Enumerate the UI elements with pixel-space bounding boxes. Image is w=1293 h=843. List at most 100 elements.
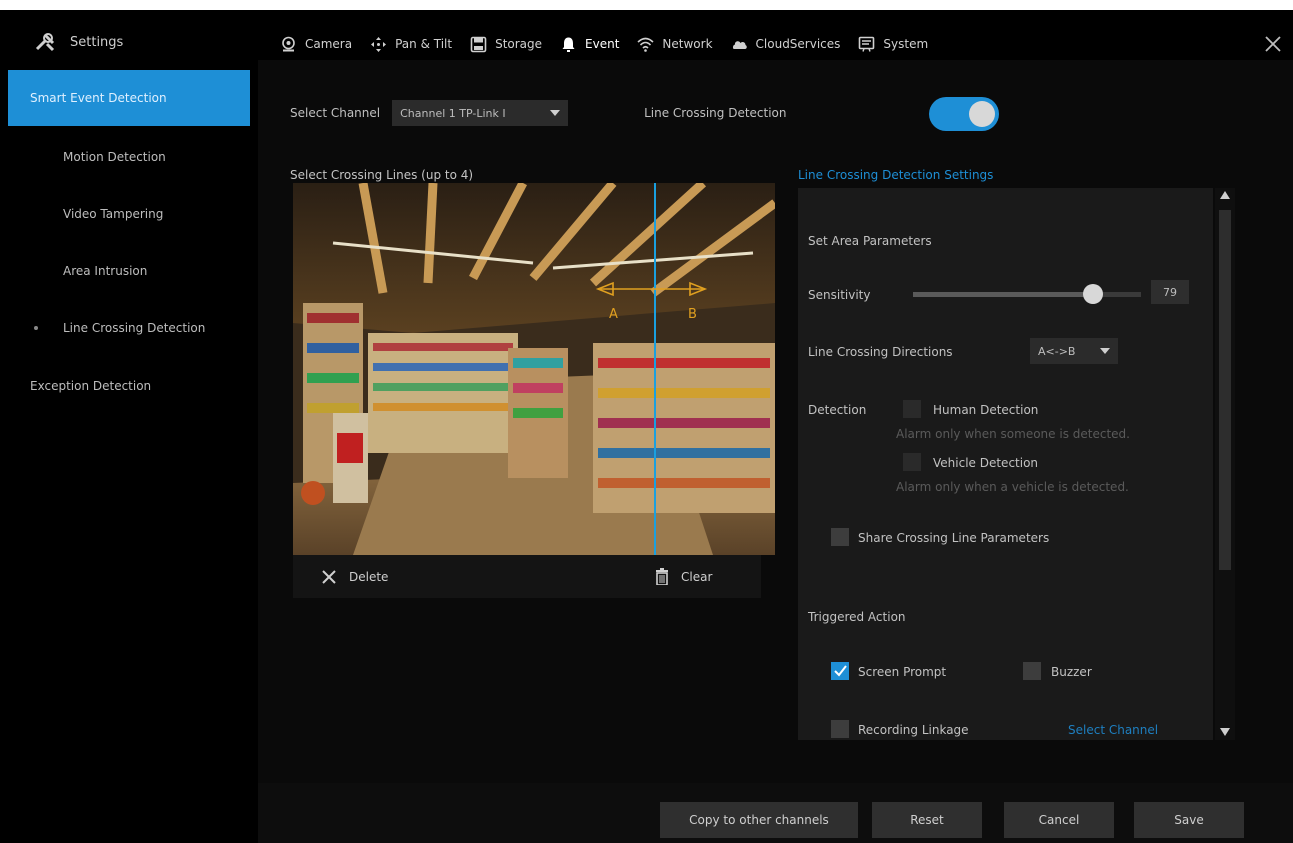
vehicle-detection-label: Vehicle Detection xyxy=(933,456,1039,470)
recording-linkage-checkbox[interactable] xyxy=(831,720,849,738)
area-params-label: Set Area Parameters xyxy=(808,234,932,248)
scrollbar-thumb[interactable] xyxy=(1219,210,1231,570)
footer-bar: Copy to other channels Reset Cancel Save xyxy=(258,783,1293,843)
screen-prompt-checkbox[interactable] xyxy=(831,662,849,680)
pan-tilt-icon xyxy=(371,36,387,52)
close-icon xyxy=(322,569,336,584)
check-icon xyxy=(834,665,847,677)
reset-button[interactable]: Reset xyxy=(872,802,982,838)
buzzer-checkbox[interactable] xyxy=(1023,662,1041,680)
sidebar-item-label: Exception Detection xyxy=(30,379,152,393)
recording-linkage-label: Recording Linkage xyxy=(858,723,969,737)
buzzer-label: Buzzer xyxy=(1051,665,1092,679)
crossing-lines-title: Select Crossing Lines (up to 4) xyxy=(290,168,474,182)
main-tabs: Camera Pan & Tilt Storage Event Network … xyxy=(271,28,937,72)
bell-icon xyxy=(562,37,575,52)
sidebar-item-video-tampering[interactable]: Video Tampering xyxy=(8,186,250,242)
system-icon xyxy=(859,36,875,52)
detection-label: Detection xyxy=(808,403,867,417)
sidebar-item-label: Line Crossing Detection xyxy=(63,321,206,335)
camera-icon xyxy=(282,36,295,51)
settings-scrollbar[interactable] xyxy=(1215,188,1235,740)
camera-preview[interactable]: A B xyxy=(293,183,775,555)
line-crossing-toggle[interactable] xyxy=(929,97,999,131)
cancel-button[interactable]: Cancel xyxy=(1004,802,1114,838)
delete-button[interactable]: Delete xyxy=(321,555,388,598)
sidebar-item-label: Video Tampering xyxy=(63,207,164,221)
settings-title: Settings xyxy=(70,34,124,50)
sidebar-item-line-crossing-detection[interactable]: Line Crossing Detection xyxy=(8,300,250,356)
share-params-label: Share Crossing Line Parameters xyxy=(858,531,1050,545)
copy-to-channels-button[interactable]: Copy to other channels xyxy=(660,802,858,838)
wifi-icon xyxy=(637,37,654,52)
store-scene-image: A B xyxy=(293,183,775,555)
sensitivity-handle[interactable] xyxy=(1083,284,1104,304)
select-channel-link[interactable]: Select Channel xyxy=(1068,723,1158,737)
tab-camera[interactable]: Camera xyxy=(271,28,361,60)
human-detection-label: Human Detection xyxy=(933,403,1039,417)
screen-prompt-label: Screen Prompt xyxy=(858,665,947,679)
chevron-down-icon xyxy=(550,110,561,116)
direction-select-value: A<->B xyxy=(1038,344,1076,358)
vehicle-detection-checkbox[interactable] xyxy=(903,453,921,471)
direction-select[interactable]: A<->B xyxy=(1030,338,1118,364)
tab-pan-tilt-label: Pan & Tilt xyxy=(395,37,453,51)
tab-cloud-services-label: CloudServices xyxy=(755,37,841,51)
tab-system-label: System xyxy=(883,37,929,51)
clear-label: Clear xyxy=(681,569,713,584)
storage-icon xyxy=(470,36,487,52)
tab-event[interactable]: Event xyxy=(551,28,629,72)
close-icon[interactable] xyxy=(1263,34,1283,54)
tab-storage-label: Storage xyxy=(495,37,543,51)
tab-camera-label: Camera xyxy=(305,37,353,51)
sensitivity-fill xyxy=(913,292,1094,297)
channel-select[interactable]: Channel 1 TP-Link I xyxy=(392,100,569,126)
toggle-knob xyxy=(969,101,995,127)
human-detection-checkbox[interactable] xyxy=(903,400,921,418)
tools-icon xyxy=(35,33,55,52)
vehicle-detection-desc: Alarm only when a vehicle is detected. xyxy=(896,480,1129,494)
feature-label: Line Crossing Detection xyxy=(644,106,787,120)
select-channel-label: Select Channel xyxy=(290,106,381,120)
sidebar-item-label: Area Intrusion xyxy=(63,264,148,278)
sidebar: Smart Event Detection Motion Detection V… xyxy=(0,60,258,843)
preview-toolbar: Delete Clear xyxy=(293,555,761,598)
sensitivity-value[interactable]: 79 xyxy=(1151,280,1189,304)
top-bar: Settings Camera Pan & Tilt Storage Event… xyxy=(0,0,1293,72)
tab-network-label: Network xyxy=(662,37,713,51)
scroll-down-icon[interactable] xyxy=(1220,728,1230,736)
tab-system[interactable]: System xyxy=(849,28,937,60)
tab-cloud-services[interactable]: CloudServices xyxy=(722,28,850,60)
main-content: Select Channel Channel 1 TP-Link I Line … xyxy=(258,60,1293,783)
scroll-up-icon[interactable] xyxy=(1220,191,1230,199)
settings-title: Line Crossing Detection Settings xyxy=(798,168,994,182)
sidebar-item-smart-event-detection[interactable]: Smart Event Detection xyxy=(8,70,250,126)
marker-a: A xyxy=(609,307,618,322)
clear-button[interactable]: Clear xyxy=(655,555,712,598)
trash-icon xyxy=(656,568,668,585)
tab-network[interactable]: Network xyxy=(628,28,721,60)
sidebar-item-motion-detection[interactable]: Motion Detection xyxy=(8,129,250,185)
tab-storage[interactable]: Storage xyxy=(461,28,551,60)
channel-select-value: Channel 1 TP-Link I xyxy=(400,106,506,120)
sidebar-item-area-intrusion[interactable]: Area Intrusion xyxy=(8,243,250,299)
chevron-down-icon xyxy=(1100,348,1110,354)
sidebar-item-label: Motion Detection xyxy=(63,150,166,164)
share-params-checkbox[interactable] xyxy=(831,528,849,546)
current-dot-icon xyxy=(34,326,38,330)
triggered-action-label: Triggered Action xyxy=(808,610,906,624)
save-button[interactable]: Save xyxy=(1134,802,1244,838)
marker-b: B xyxy=(688,307,697,322)
settings-panel: Set Area Parameters Sensitivity 79 Line … xyxy=(798,188,1213,740)
tab-pan-tilt[interactable]: Pan & Tilt xyxy=(361,28,461,60)
cloud-icon xyxy=(732,40,747,49)
sidebar-item-exception-detection[interactable]: Exception Detection xyxy=(8,358,250,414)
settings-brand: Settings xyxy=(34,32,123,52)
sidebar-item-label: Smart Event Detection xyxy=(30,91,167,105)
sensitivity-slider[interactable] xyxy=(913,284,1141,304)
channel-row: Select Channel Channel 1 TP-Link I Line … xyxy=(290,100,787,126)
tab-event-label: Event xyxy=(585,37,620,51)
direction-label: Line Crossing Directions xyxy=(808,345,953,359)
human-detection-desc: Alarm only when someone is detected. xyxy=(896,427,1130,441)
sensitivity-label: Sensitivity xyxy=(808,288,871,302)
